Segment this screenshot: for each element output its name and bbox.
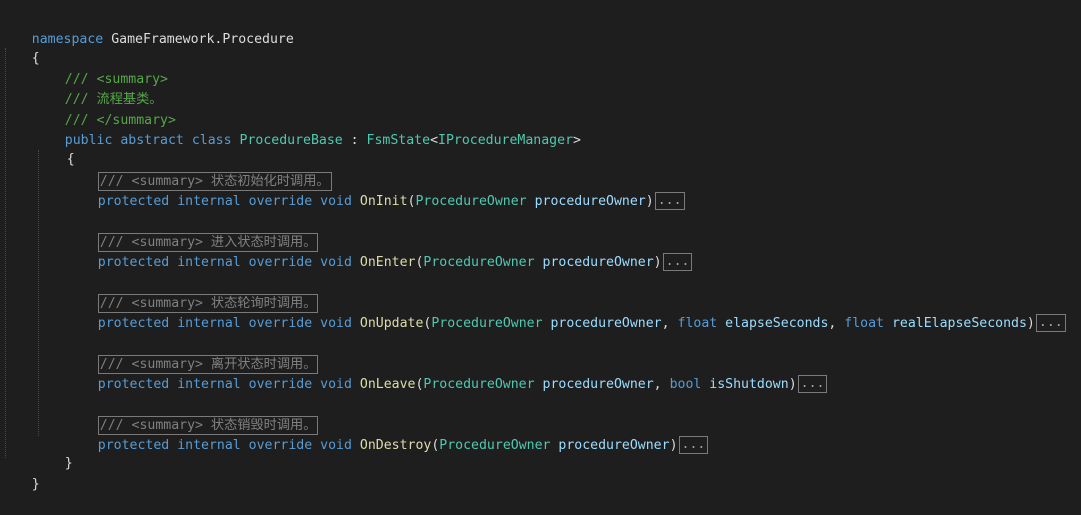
param-name: procedureOwner — [558, 438, 670, 453]
keyword-internal: internal — [177, 255, 241, 270]
keyword-protected: protected — [97, 377, 170, 392]
code-line-doc-summary-open[interactable]: /// <summary> — [33, 50, 168, 87]
keyword-void: void — [320, 438, 352, 453]
namespace-close-brace: } — [31, 477, 40, 492]
keyword-class: class — [191, 133, 232, 148]
keyword-namespace: namespace — [31, 32, 104, 47]
collapsed-body-onleave[interactable]: ... — [797, 375, 828, 393]
collapsed-body-ondestroy[interactable]: ... — [678, 436, 709, 454]
code-line-class-close-brace[interactable]: } — [33, 434, 73, 471]
code-line-onleave-signature[interactable]: protected internal override void OnLeave… — [66, 355, 828, 393]
class-name: ProcedureBase — [239, 133, 343, 148]
param-type: bool — [669, 377, 702, 392]
code-line-class-open-brace[interactable]: { — [35, 130, 75, 167]
keyword-protected: protected — [97, 255, 170, 270]
keyword-internal: internal — [177, 316, 241, 331]
keyword-override: override — [248, 194, 313, 209]
param-name: elapseSeconds — [725, 316, 829, 331]
keyword-override: override — [248, 255, 313, 270]
param-type: ProcedureOwner — [423, 255, 535, 270]
generic-close: > — [573, 133, 581, 148]
keyword-abstract: abstract — [120, 133, 184, 148]
keyword-void: void — [320, 316, 352, 331]
code-line-oninit-signature[interactable]: protected internal override void OnInit(… — [66, 172, 685, 210]
keyword-internal: internal — [177, 194, 241, 209]
base-class-name: FsmState — [366, 133, 431, 148]
keyword-protected: protected — [97, 438, 170, 453]
method-name-onleave: OnLeave — [359, 377, 416, 392]
keyword-override: override — [248, 316, 313, 331]
code-line-namespace-open-brace[interactable]: { — [0, 29, 40, 66]
indent-guide-namespace — [5, 48, 6, 458]
keyword-protected: protected — [97, 194, 170, 209]
method-name-onenter: OnEnter — [359, 255, 416, 270]
code-line-onupdate-summary[interactable]: /// <summary> 状态轮询时调用。 — [66, 274, 319, 313]
namespace-name: GameFramework.Procedure — [111, 32, 294, 47]
code-line-namespace-close-brace[interactable]: } — [0, 455, 40, 492]
code-line-class-declaration[interactable]: public abstract class ProcedureBase : Fs… — [33, 111, 581, 148]
param-separator: , — [661, 316, 678, 331]
param-type: ProcedureOwner — [415, 194, 527, 209]
param-type: ProcedureOwner — [439, 438, 551, 453]
code-line-namespace[interactable]: namespace GameFramework.Procedure — [0, 10, 294, 47]
code-line-onenter-summary[interactable]: /// <summary> 进入状态时调用。 — [66, 213, 319, 252]
keyword-void: void — [320, 194, 352, 209]
code-line-ondestroy-signature[interactable]: protected internal override void OnDestr… — [66, 416, 709, 454]
code-line-oninit-summary[interactable]: /// <summary> 状态初始化时调用。 — [66, 152, 332, 191]
collapsed-body-onupdate[interactable]: ... — [1035, 314, 1066, 332]
class-close-brace: } — [64, 456, 73, 471]
param-name: procedureOwner — [550, 316, 662, 331]
param-name: isShutdown — [709, 377, 789, 392]
paren-close: ) — [645, 194, 654, 209]
code-line-onenter-signature[interactable]: protected internal override void OnEnter… — [66, 233, 693, 271]
param-type: float — [844, 316, 884, 331]
collapsed-body-onenter[interactable]: ... — [662, 253, 693, 271]
indent-guide-class — [38, 150, 39, 436]
keyword-void: void — [320, 377, 352, 392]
generic-type-name: IProcedureManager — [438, 133, 574, 148]
code-line-doc-description[interactable]: /// 流程基类。 — [33, 70, 163, 107]
method-name-oninit: OnInit — [359, 194, 408, 209]
keyword-internal: internal — [177, 377, 241, 392]
param-separator: , — [828, 316, 845, 331]
generic-open: < — [430, 133, 439, 148]
param-separator: , — [653, 377, 670, 392]
method-name-ondestroy: OnDestroy — [359, 438, 432, 453]
keyword-void: void — [320, 255, 352, 270]
param-name: realElapseSeconds — [891, 316, 1027, 331]
keyword-override: override — [248, 377, 313, 392]
param-name: procedureOwner — [542, 377, 654, 392]
class-colon: : — [342, 133, 367, 148]
paren-close: ) — [653, 255, 662, 270]
code-line-ondestroy-summary[interactable]: /// <summary> 状态销毁时调用。 — [66, 396, 319, 435]
keyword-internal: internal — [177, 438, 241, 453]
code-line-onupdate-signature[interactable]: protected internal override void OnUpdat… — [66, 294, 1066, 332]
paren-close: ) — [1026, 316, 1035, 331]
collapsed-body-oninit[interactable]: ... — [654, 192, 685, 210]
paren-close: ) — [788, 377, 797, 392]
keyword-override: override — [248, 438, 313, 453]
param-name: procedureOwner — [542, 255, 654, 270]
param-type: ProcedureOwner — [431, 316, 543, 331]
code-editor[interactable]: namespace GameFramework.Procedure { /// … — [0, 0, 1081, 492]
paren-close: ) — [669, 438, 678, 453]
param-type: float — [677, 316, 718, 331]
method-name-onupdate: OnUpdate — [359, 316, 424, 331]
keyword-protected: protected — [97, 316, 170, 331]
code-line-doc-summary-close[interactable]: /// </summary> — [33, 91, 176, 128]
code-line-onleave-summary[interactable]: /// <summary> 离开状态时调用。 — [66, 335, 319, 374]
param-name: procedureOwner — [534, 194, 646, 209]
param-type: ProcedureOwner — [423, 377, 535, 392]
